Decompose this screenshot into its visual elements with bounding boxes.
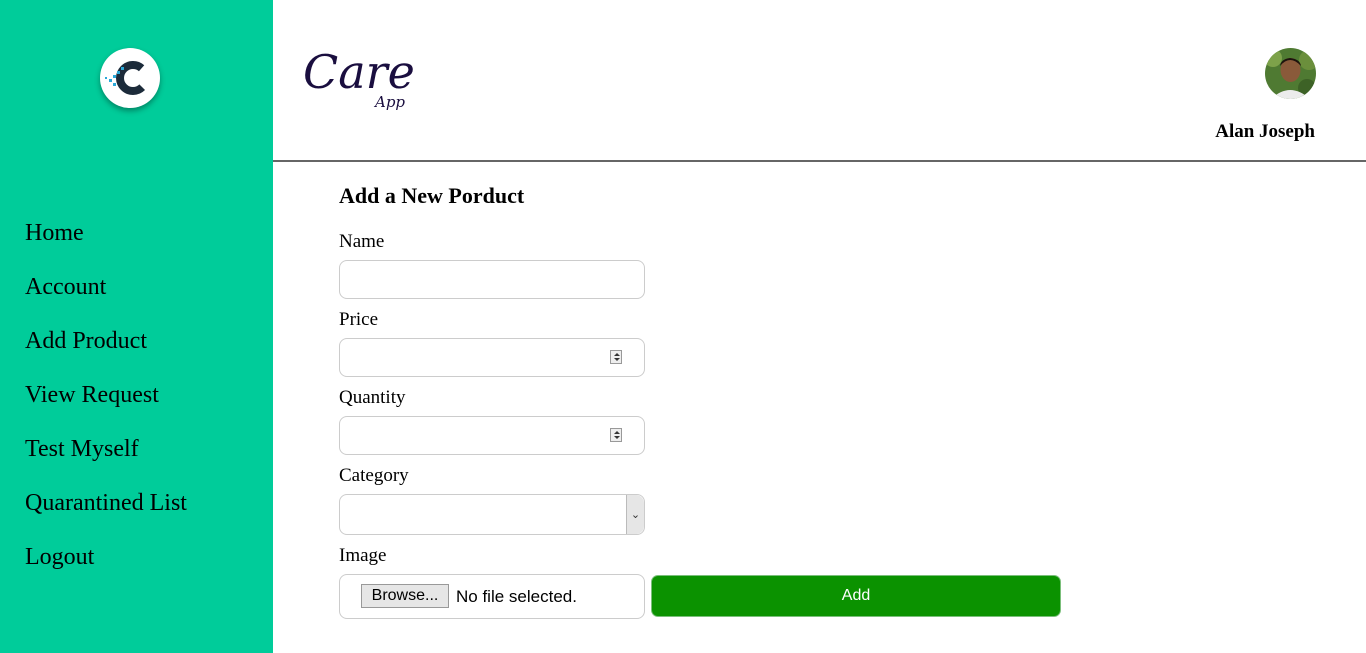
number-spinner-icon[interactable] (610, 350, 622, 364)
price-label: Price (339, 309, 379, 330)
name-input[interactable] (339, 260, 645, 299)
sidebar-item-quarantined-list[interactable]: Quarantined List (25, 476, 187, 530)
sidebar-item-view-request[interactable]: View Request (25, 368, 187, 422)
add-button[interactable]: Add (651, 575, 1061, 617)
name-label: Name (339, 231, 385, 252)
sidebar-nav: Home Account Add Product View Request Te… (25, 206, 187, 584)
brand-sub: App (373, 93, 405, 111)
user-avatar[interactable] (1265, 48, 1316, 99)
sidebar-item-home[interactable]: Home (25, 206, 187, 260)
category-label: Category (339, 465, 409, 486)
sidebar-item-logout[interactable]: Logout (25, 530, 187, 584)
quantity-input[interactable] (339, 416, 645, 455)
user-name: Alan Joseph (1215, 121, 1315, 142)
sidebar: Home Account Add Product View Request Te… (0, 0, 273, 653)
sidebar-item-test-myself[interactable]: Test Myself (25, 422, 187, 476)
price-input[interactable] (339, 338, 645, 377)
brand-logo[interactable]: Care App (303, 38, 433, 122)
image-label: Image (339, 545, 387, 566)
header: Care App Alan Joseph (273, 0, 1366, 162)
page-title: Add a New Porduct (339, 183, 525, 208)
image-file-input[interactable]: Browse... No file selected. (339, 574, 645, 619)
quantity-label: Quantity (339, 387, 406, 408)
file-status-text: No file selected. (456, 587, 577, 606)
brand-name: Care (303, 45, 415, 99)
add-product-form: Add a New Porduct Name Price Quantity Ca… (339, 183, 1061, 619)
sidebar-item-add-product[interactable]: Add Product (25, 314, 187, 368)
category-select[interactable]: ⌄ (339, 494, 645, 535)
logo-icon[interactable] (100, 48, 160, 108)
browse-button[interactable]: Browse... (361, 584, 449, 608)
sidebar-item-account[interactable]: Account (25, 260, 187, 314)
number-spinner-icon[interactable] (610, 428, 622, 442)
chevron-down-icon[interactable]: ⌄ (626, 495, 644, 534)
